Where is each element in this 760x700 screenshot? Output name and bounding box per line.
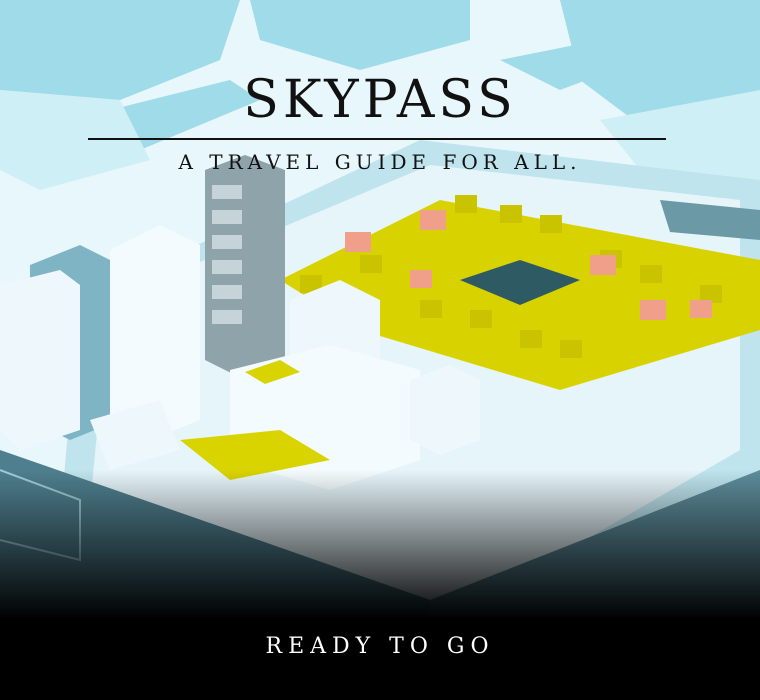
title-divider [88,138,666,140]
app-subtitle: A TRAVEL GUIDE FOR ALL. [178,150,582,174]
splash-screen: SKYPASS A TRAVEL GUIDE FOR ALL. READY TO… [0,0,760,700]
ready-to-go-button[interactable]: READY TO GO [0,620,760,672]
app-title: SKYPASS [243,70,517,130]
